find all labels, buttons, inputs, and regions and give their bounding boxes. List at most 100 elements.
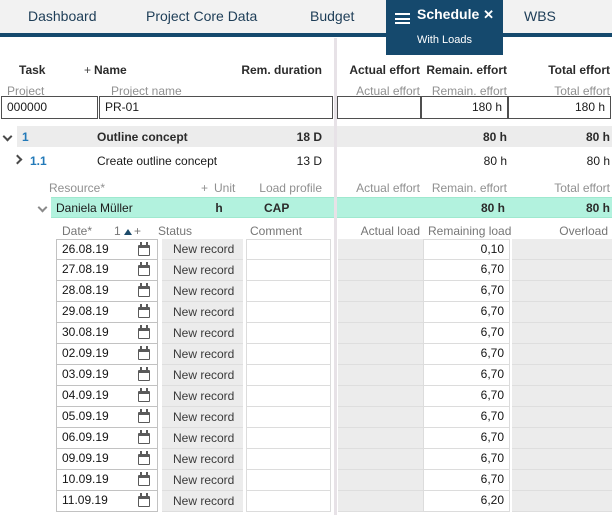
- date-field[interactable]: 10.09.19: [56, 470, 158, 491]
- date-field[interactable]: 28.08.19: [56, 281, 158, 302]
- comment-field[interactable]: [246, 260, 331, 281]
- comment-field[interactable]: [246, 323, 331, 344]
- comment-field[interactable]: [246, 365, 331, 386]
- status-cell: New record: [162, 302, 243, 323]
- date-field[interactable]: 02.09.19: [56, 344, 158, 365]
- remaining-load-field[interactable]: 6,70: [423, 386, 510, 407]
- remaining-load-field[interactable]: 6,70: [423, 407, 510, 428]
- project-name-field[interactable]: PR-01: [99, 96, 333, 119]
- add-task-button[interactable]: +: [84, 63, 91, 77]
- remaining-load-field[interactable]: 6,70: [423, 428, 510, 449]
- remaining-load-field[interactable]: 6,70: [423, 449, 510, 470]
- load-row: 10.09.19 New record 6,70: [0, 470, 612, 491]
- col-header-name: Name: [94, 63, 127, 77]
- comment-field[interactable]: [246, 491, 331, 512]
- col-header-total-effort: Total effort: [515, 63, 610, 77]
- load-row: 26.08.19 New record 0,10: [0, 239, 612, 260]
- date-field[interactable]: 03.09.19: [56, 365, 158, 386]
- add-resource-button[interactable]: +: [201, 181, 208, 195]
- date-field[interactable]: 09.09.19: [56, 449, 158, 470]
- comment-field[interactable]: [246, 428, 331, 449]
- calendar-icon[interactable]: [138, 370, 150, 381]
- status-value: New record: [173, 494, 234, 508]
- status-value: New record: [173, 326, 234, 340]
- calendar-icon[interactable]: [138, 307, 150, 318]
- status-value: New record: [173, 263, 234, 277]
- calendar-icon[interactable]: [138, 349, 150, 360]
- comment-field[interactable]: [246, 449, 331, 470]
- remaining-load-field[interactable]: 6,70: [423, 323, 510, 344]
- remaining-load-field[interactable]: 6,70: [423, 365, 510, 386]
- collapse-resource-icon[interactable]: [38, 203, 48, 213]
- col-header-task: Task: [19, 63, 45, 77]
- actual-load-cell: [338, 239, 423, 260]
- comment-field[interactable]: [246, 470, 331, 491]
- tab-budget[interactable]: Budget: [310, 8, 354, 24]
- calendar-icon[interactable]: [138, 265, 150, 276]
- calendar-icon[interactable]: [138, 391, 150, 402]
- comment-field[interactable]: [246, 407, 331, 428]
- tab-project-core-data[interactable]: Project Core Data: [146, 8, 257, 24]
- project-id-field[interactable]: 000000: [1, 96, 98, 119]
- comment-field[interactable]: [246, 239, 331, 260]
- col-header-overload: Overload: [520, 224, 608, 238]
- calendar-icon[interactable]: [138, 328, 150, 339]
- task-number: 1: [22, 130, 29, 144]
- sort-order: 1: [114, 224, 121, 238]
- project-total-effort-field[interactable]: 180 h: [508, 96, 611, 119]
- actual-load-cell: [338, 323, 423, 344]
- project-remain-effort-field[interactable]: 180 h: [421, 96, 508, 119]
- actual-load-cell: [338, 386, 423, 407]
- load-row: 09.09.19 New record 6,70: [0, 449, 612, 470]
- remaining-load-field[interactable]: 6,20: [423, 491, 510, 512]
- status-cell: New record: [162, 365, 243, 386]
- remaining-load-field[interactable]: 6,70: [423, 344, 510, 365]
- tab-schedule-active[interactable]: Schedule ✕ With Loads: [386, 0, 503, 55]
- status-value: New record: [173, 305, 234, 319]
- date-field[interactable]: 11.09.19: [56, 491, 158, 512]
- calendar-icon[interactable]: [138, 475, 150, 486]
- project-actual-effort-field[interactable]: [337, 96, 421, 119]
- add-load-record-button[interactable]: +: [134, 224, 141, 238]
- date-field[interactable]: 04.09.19: [56, 386, 158, 407]
- col-header-date: Date*: [62, 224, 92, 238]
- status-value: New record: [173, 389, 234, 403]
- collapse-task-icon[interactable]: [3, 132, 13, 142]
- status-cell: New record: [162, 260, 243, 281]
- calendar-icon[interactable]: [138, 496, 150, 507]
- comment-field[interactable]: [246, 281, 331, 302]
- comment-field[interactable]: [246, 344, 331, 365]
- date-field[interactable]: 05.09.19: [56, 407, 158, 428]
- calendar-icon[interactable]: [138, 433, 150, 444]
- remaining-load-field[interactable]: 0,10: [423, 239, 510, 260]
- remaining-load-field[interactable]: 6,70: [423, 260, 510, 281]
- calendar-icon[interactable]: [138, 412, 150, 423]
- comment-field[interactable]: [246, 386, 331, 407]
- calendar-icon[interactable]: [138, 454, 150, 465]
- expand-subtask-icon[interactable]: [13, 155, 23, 165]
- status-cell: New record: [162, 428, 243, 449]
- subtask-rem-duration: 13 D: [242, 154, 322, 168]
- comment-field[interactable]: [246, 302, 331, 323]
- calendar-icon[interactable]: [138, 286, 150, 297]
- tab-dashboard[interactable]: Dashboard: [28, 8, 97, 24]
- date-value: 26.08.19: [62, 242, 109, 256]
- calendar-icon[interactable]: [138, 245, 150, 256]
- close-icon[interactable]: ✕: [483, 7, 494, 23]
- remaining-load-field[interactable]: 6,70: [423, 281, 510, 302]
- date-field[interactable]: 29.08.19: [56, 302, 158, 323]
- tab-wbs[interactable]: WBS: [524, 8, 556, 24]
- actual-load-cell: [338, 470, 423, 491]
- date-field[interactable]: 30.08.19: [56, 323, 158, 344]
- date-field[interactable]: 06.09.19: [56, 428, 158, 449]
- load-row: 02.09.19 New record 6,70: [0, 344, 612, 365]
- remaining-load-field[interactable]: 6,70: [423, 470, 510, 491]
- load-row: 29.08.19 New record 6,70: [0, 302, 612, 323]
- date-field[interactable]: 26.08.19: [56, 239, 158, 260]
- date-field[interactable]: 27.08.19: [56, 260, 158, 281]
- task-total-effort: 80 h: [525, 130, 610, 144]
- menu-icon[interactable]: [395, 13, 410, 24]
- overload-cell: [512, 491, 612, 512]
- remaining-load-field[interactable]: 6,70: [423, 302, 510, 323]
- sort-indicator[interactable]: 1: [114, 224, 132, 238]
